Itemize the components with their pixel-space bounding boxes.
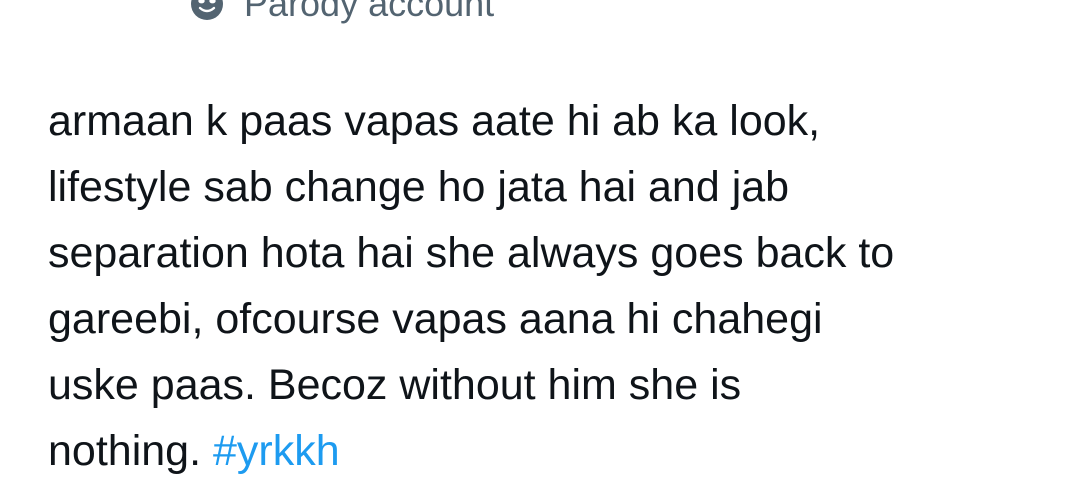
- tweet-line-last: nothing. #yrkkh: [48, 418, 1048, 484]
- hashtag-link[interactable]: #yrkkh: [213, 427, 340, 475]
- tweet-line: uske paas. Becoz without him she is: [48, 361, 742, 409]
- parody-account-label: Parody account: [190, 0, 494, 26]
- tweet-line: armaan k paas vapas aate hi ab ka look,: [48, 97, 821, 145]
- tweet-line: gareebi, ofcourse vapas aana hi chahegi: [48, 295, 823, 343]
- tweet-line: separation hota hai she always goes back…: [48, 229, 895, 277]
- tweet-text: armaan k paas vapas aate hi ab ka look, …: [48, 88, 1048, 484]
- tweet-line: lifestyle sab change ho jata hai and jab: [48, 163, 790, 211]
- theater-mask-icon: [191, 0, 223, 20]
- parody-account-text: Parody account: [244, 0, 495, 24]
- tweet-line-text: nothing.: [48, 427, 213, 475]
